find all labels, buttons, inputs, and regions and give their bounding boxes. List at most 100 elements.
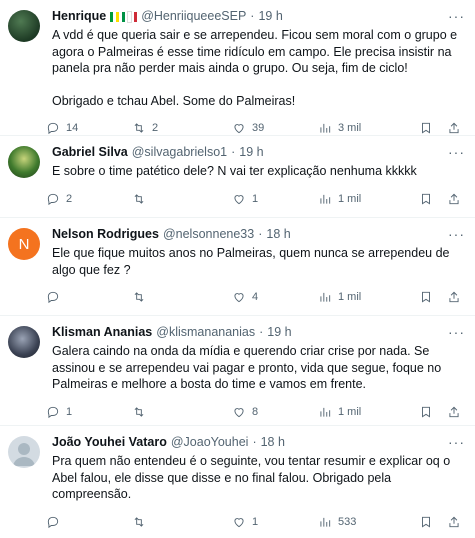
like-button[interactable]: 4 [232,290,258,304]
author-handle[interactable]: @nelsonnene33 [163,226,254,243]
retweet-icon [134,516,144,527]
retweet-icon [134,193,144,204]
tweet-text: Ele que fique muitos anos no Palmeiras, … [52,245,465,278]
avatar[interactable] [8,326,40,358]
tweet-paragraph: Obrigado e tchau Abel. Some do Palmeiras… [52,93,296,108]
views-count: 1 mil [338,192,362,205]
reply-count: 14 [66,122,79,134]
avatar[interactable] [8,10,40,42]
tweet-paragraph: Pra quem não entendeu é o seguinte, vou … [52,454,451,501]
share-icon [449,122,459,134]
tweet[interactable]: N Nelson Rodrigues @nelsonnene33 · 18 h … [0,218,475,316]
tweet-time[interactable]: 19 h [239,144,263,161]
bookmark-button[interactable] [419,405,433,419]
like-count: 4 [252,291,259,303]
reply-button[interactable]: 2 [46,192,72,206]
tweet[interactable]: Gabriel Silva @silvagabrielso1 · 19 h ··… [0,136,475,218]
author-handle[interactable]: @JoaoYouhei [171,434,249,451]
bookmark-icon [422,193,430,205]
tweet-text: Galera caindo na onda da mídia e querend… [52,343,465,393]
views-button[interactable]: 1 mil [318,192,361,206]
tweet-actions: 4 1 mil [47,282,465,312]
tweet[interactable]: Henrique @HenriiqueeeSEP · 19 h ··· A vd… [0,0,475,136]
share-icon [449,291,459,303]
retweet-button[interactable] [132,290,152,304]
more-options-icon[interactable]: ··· [448,8,465,24]
tweet-text: E sobre o time patético dele? N vai ter … [52,163,465,180]
tweet-time[interactable]: 19 h [258,8,282,25]
avatar[interactable] [8,146,40,178]
author-name[interactable]: Klisman Ananias [52,324,152,341]
more-options-icon[interactable]: ··· [448,434,465,450]
like-count: 1 [252,515,259,528]
tweet-text: A vdd é que queria sair e se arrependeu.… [52,27,465,109]
avatar[interactable] [8,436,40,468]
author-name[interactable]: Nelson Rodrigues [52,226,159,243]
tweet-time[interactable]: 18 h [266,226,290,243]
views-button[interactable]: 3 mil [318,121,361,135]
tweet-paragraph: E sobre o time patético dele? N vai ter … [52,164,417,178]
views-icon [320,407,331,417]
like-button[interactable]: 8 [232,405,258,419]
like-icon [234,124,244,134]
bookmark-icon [422,122,430,134]
author-name[interactable]: Henrique [52,8,106,25]
author-name[interactable]: Gabriel Silva [52,144,128,161]
retweet-button[interactable] [132,192,152,206]
retweet-count: 2 [152,122,159,134]
retweet-icon [134,123,144,133]
avatar[interactable]: N [8,228,40,260]
author-handle[interactable]: @HenriiqueeeSEP [141,8,246,25]
views-icon [320,292,331,302]
bookmark-button[interactable] [419,121,433,135]
bookmark-button[interactable] [419,515,433,529]
tweet-paragraph: Galera caindo na onda da mídia e querend… [52,344,442,391]
views-button[interactable]: 1 mil [318,290,361,304]
retweet-button[interactable]: 2 [132,121,158,135]
more-options-icon[interactable]: ··· [448,324,465,340]
tweet-time[interactable]: 19 h [267,324,291,341]
reply-button[interactable] [46,515,66,529]
like-icon [234,517,244,527]
like-icon [234,194,244,204]
views-button[interactable]: 1 mil [318,405,361,419]
reply-icon [47,291,59,304]
tweet[interactable]: Klisman Ananias @klismanananias · 19 h ·… [0,316,475,426]
more-options-icon[interactable]: ··· [448,226,465,242]
like-button[interactable]: 39 [232,121,264,135]
views-count: 3 mil [338,122,362,134]
share-button[interactable] [447,405,461,419]
more-options-icon[interactable]: ··· [448,144,465,160]
share-icon [449,406,459,417]
tweet-time[interactable]: 18 h [261,434,285,451]
tweet-header: Klisman Ananias @klismanananias · 19 h [52,324,465,341]
views-icon [320,517,331,527]
share-button[interactable] [447,290,461,304]
like-icon [234,293,244,303]
author-name[interactable]: João Youhei Vataro [52,434,167,451]
retweet-button[interactable] [132,515,152,529]
bookmark-button[interactable] [419,192,433,206]
share-button[interactable] [447,121,461,135]
reply-button[interactable]: 1 [46,405,72,419]
bookmark-icon [422,406,430,418]
share-icon [449,193,459,204]
share-button[interactable] [447,515,461,529]
like-button[interactable]: 1 [232,192,258,206]
separator-dot: · [250,9,255,23]
tweet-actions: 1 533 [47,507,465,537]
views-button[interactable]: 533 [318,515,356,529]
reply-button[interactable] [46,290,66,304]
tweet[interactable]: João Youhei Vataro @JoaoYouhei · 18 h ··… [0,426,475,538]
author-handle[interactable]: @klismanananias [156,324,255,341]
share-button[interactable] [447,192,461,206]
bookmark-button[interactable] [419,290,433,304]
reply-button[interactable]: 14 [46,121,78,135]
author-handle[interactable]: @silvagabrielso1 [132,144,227,161]
retweet-button[interactable] [132,405,152,419]
tweet-paragraph: A vdd é que queria sair e se arrependeu.… [52,28,458,75]
tweet-header: João Youhei Vataro @JoaoYouhei · 18 h [52,434,465,451]
views-icon [320,123,331,133]
like-button[interactable]: 1 [232,515,258,529]
share-icon [449,516,459,527]
